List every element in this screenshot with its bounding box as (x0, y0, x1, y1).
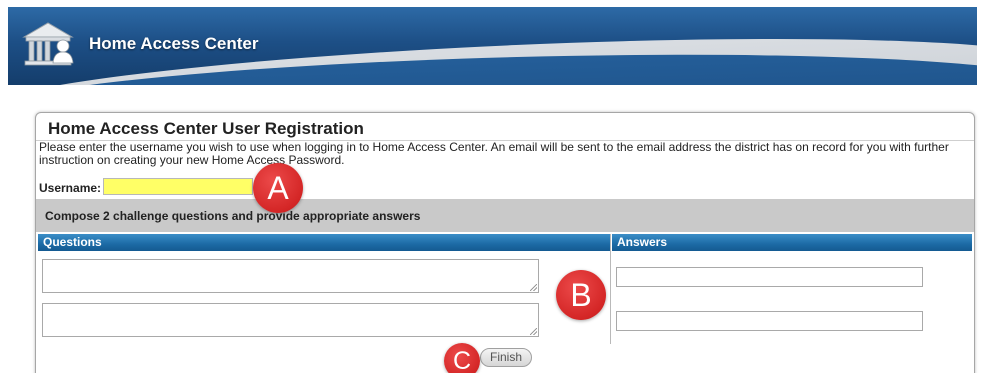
resize-grip-icon[interactable] (530, 284, 537, 291)
registration-panel: Home Access Center User Registration Ple… (35, 112, 975, 373)
annotation-badge-b: B (556, 270, 606, 320)
page: Home Access Center Home Access Center Us… (0, 0, 987, 373)
header-banner: Home Access Center (8, 7, 977, 85)
resize-grip-icon[interactable] (530, 328, 537, 335)
annotation-badge-a: A (253, 163, 303, 213)
questions-column-header: Questions (38, 234, 610, 251)
column-divider (610, 234, 611, 344)
answer-1-input[interactable] (616, 267, 923, 287)
compose-instructions-text: Compose 2 challenge questions and provid… (45, 209, 421, 223)
finish-button[interactable]: Finish (480, 348, 532, 367)
compose-instructions-bar: Compose 2 challenge questions and provid… (36, 199, 974, 232)
panel-title: Home Access Center User Registration (48, 119, 364, 138)
answers-column-header: Answers (612, 234, 972, 251)
answer-2-input[interactable] (616, 311, 923, 331)
building-person-icon (22, 22, 74, 66)
username-input[interactable] (103, 178, 253, 195)
username-label: Username: (39, 181, 102, 195)
instructions-text: Please enter the username you wish to us… (39, 140, 949, 167)
annotation-badge-c: C (444, 343, 480, 373)
question-1-textarea[interactable] (42, 259, 539, 293)
question-2-textarea[interactable] (42, 303, 539, 337)
app-title: Home Access Center (89, 34, 259, 53)
